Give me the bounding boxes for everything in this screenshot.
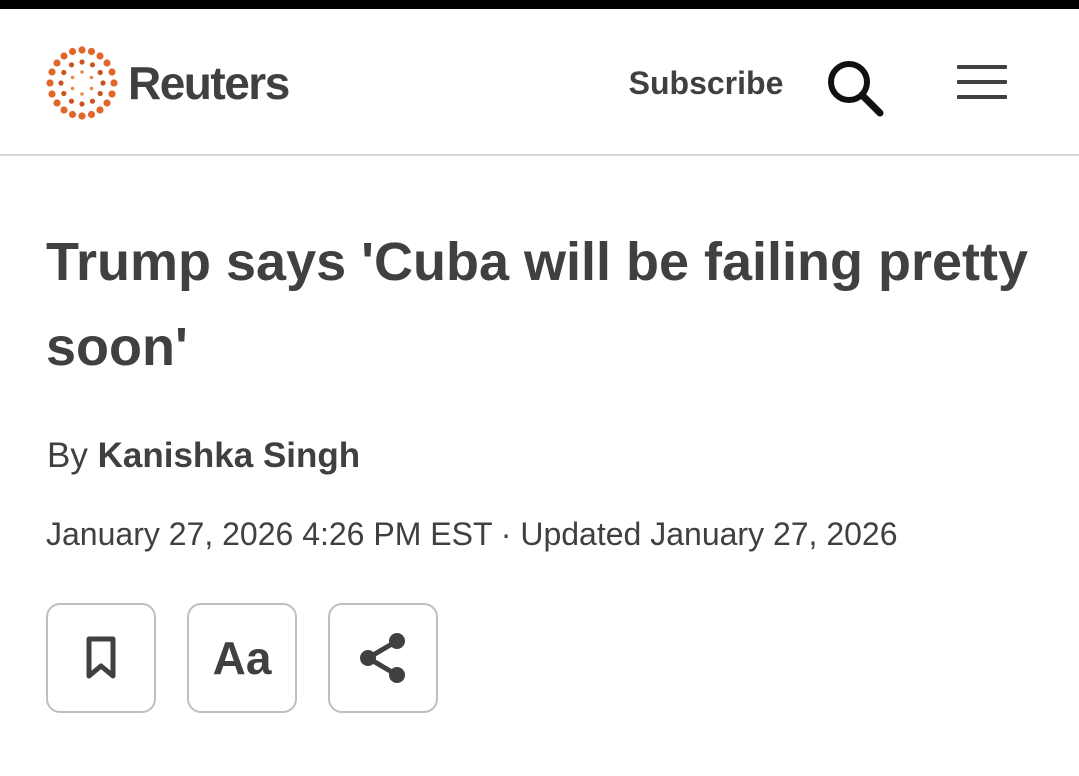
article-headline: Trump says 'Cuba will be failing pretty …	[46, 232, 1029, 377]
search-icon	[828, 61, 884, 117]
reuters-logo-icon	[46, 46, 118, 120]
author-link[interactable]: Kanishka Singh	[98, 436, 361, 475]
bookmark-button[interactable]	[46, 603, 156, 713]
byline-prefix: By	[47, 436, 88, 475]
status-bar-edge	[0, 0, 1079, 9]
site-header: Reuters Subscribe	[0, 9, 1079, 156]
bookmark-icon	[86, 636, 116, 679]
brand-name: Reuters	[128, 57, 290, 109]
hamburger-menu-icon	[954, 65, 1010, 99]
article-dateline: January 27, 2026 4:26 PM EST · Updated J…	[46, 516, 898, 552]
search-button[interactable]	[824, 57, 886, 119]
font-size-button[interactable]: Aa	[187, 603, 297, 713]
byline: By Kanishka Singh	[47, 436, 360, 480]
font-size-label: Aa	[212, 632, 272, 684]
menu-button[interactable]	[954, 59, 1010, 107]
share-button[interactable]	[328, 603, 438, 713]
share-icon	[360, 633, 405, 683]
subscribe-button[interactable]: Subscribe	[624, 61, 788, 105]
reuters-logo[interactable]: Reuters	[44, 43, 319, 123]
